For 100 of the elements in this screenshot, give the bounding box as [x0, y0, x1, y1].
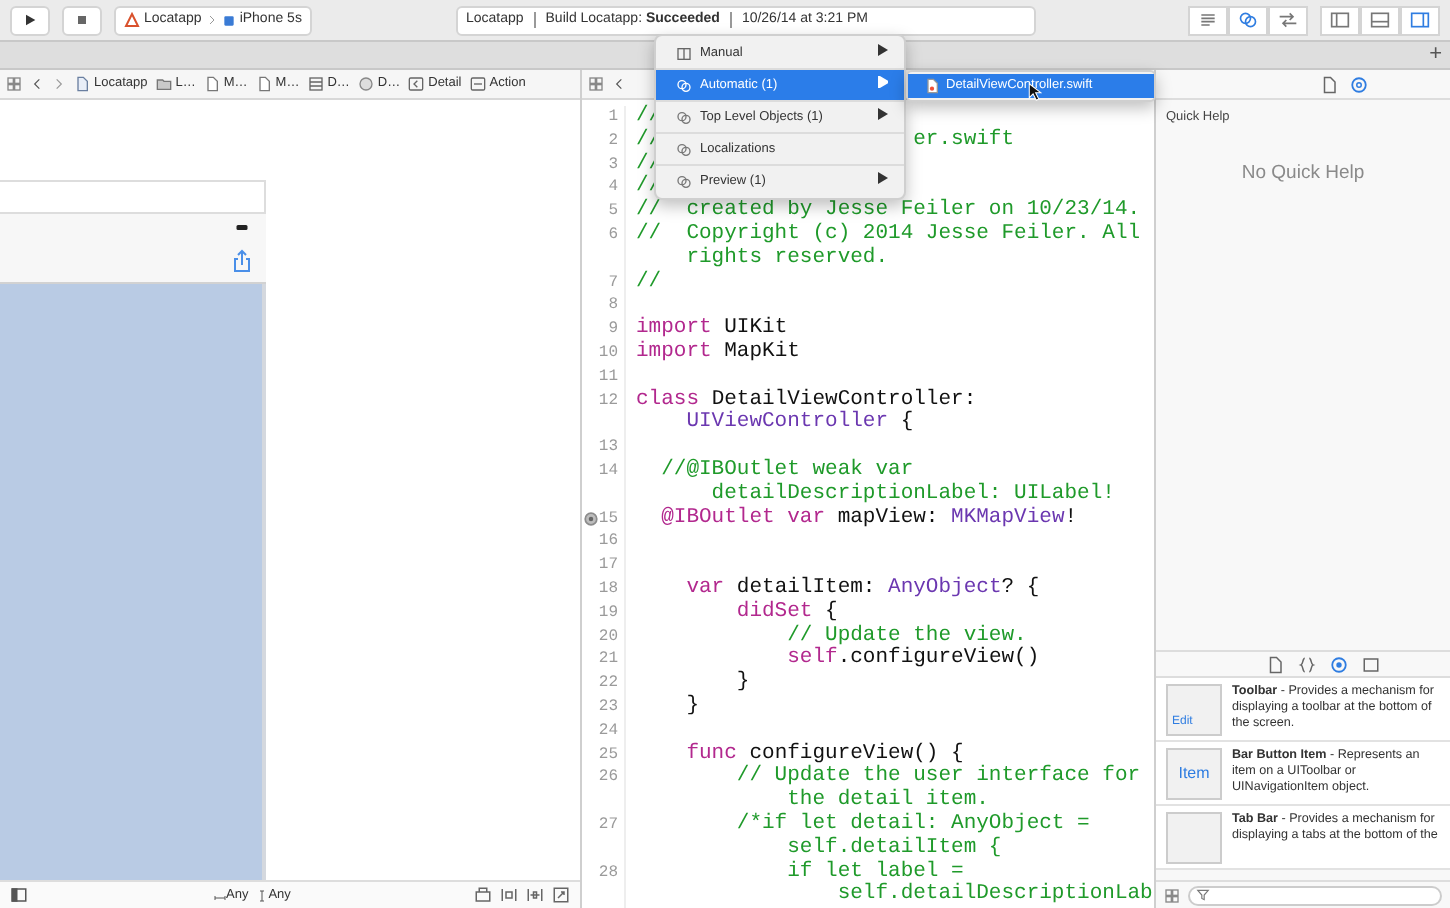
lines-icon — [1198, 10, 1218, 30]
chevron-icon — [205, 14, 218, 26]
button-icon — [469, 76, 486, 92]
code-line: //@IBOutlet weak var — [659, 459, 914, 482]
align-icon[interactable] — [500, 886, 518, 904]
media-library-tab[interactable] — [1362, 655, 1380, 673]
line-number: 24 — [598, 721, 618, 740]
object-library-tab[interactable] — [1330, 655, 1348, 673]
quick-help-tab[interactable] — [1349, 75, 1367, 93]
grid-view-icon[interactable] — [1164, 887, 1180, 903]
filter-field[interactable] — [1188, 885, 1442, 905]
outlet-connection-icon[interactable] — [584, 511, 598, 526]
project-icon — [74, 76, 90, 92]
code-snippet-tab[interactable] — [1298, 655, 1316, 673]
pin-icon[interactable] — [526, 886, 544, 904]
code-line: didSet { — [734, 601, 838, 624]
code-line: self.detailDescriptionLab — [835, 884, 1153, 908]
line-number: 23 — [598, 697, 618, 716]
line-number: 2 — [608, 131, 618, 150]
code-line: detailDescriptionLabel: UILabel! — [709, 483, 1115, 506]
code-line: the detail item. — [786, 790, 989, 813]
line-number: 14 — [598, 461, 618, 480]
standard-editor-button[interactable] — [1188, 5, 1228, 35]
back-icon — [408, 76, 425, 92]
line-number: 16 — [598, 532, 618, 551]
line-number: 9 — [608, 320, 618, 339]
code-line: @IBOutlet var mapView: MKMapView! — [659, 507, 1078, 531]
app-icon — [124, 12, 140, 28]
line-number: 8 — [608, 296, 618, 315]
scene-icon — [357, 76, 374, 92]
code-line: class DetailViewController: — [634, 389, 977, 412]
panel-icon — [1370, 10, 1390, 30]
panel-icon — [1330, 10, 1350, 30]
debug-area-toggle-button[interactable] — [1360, 5, 1400, 35]
code-line: // Update the view. — [785, 625, 1027, 648]
storyboard-icon — [307, 76, 324, 92]
grid-icon[interactable] — [6, 76, 22, 92]
line-number: 5 — [608, 202, 618, 221]
code-line: // Update the user interface for — [734, 766, 1141, 789]
line-number: 19 — [598, 603, 618, 622]
play-icon — [22, 12, 38, 28]
filter-icon — [1196, 888, 1210, 902]
code-line: self.configureView() — [785, 648, 1040, 673]
line-number: 15 — [598, 509, 618, 528]
resolve-icon[interactable] — [552, 886, 570, 904]
line-number: 22 — [598, 674, 618, 693]
run-button[interactable] — [10, 5, 50, 35]
code-line: // created by Jesse Feiler on 10/23/14. — [634, 200, 1141, 223]
line-number: 12 — [598, 391, 618, 410]
code-line: import UIKit — [634, 318, 788, 341]
line-number: 3 — [608, 155, 618, 174]
line-number: 1 — [608, 108, 618, 126]
back-icon[interactable] — [612, 76, 626, 92]
swift-file-icon — [924, 78, 940, 94]
device-icon — [221, 13, 236, 27]
folder-icon — [155, 76, 172, 92]
line-number: 28 — [598, 863, 618, 881]
add-tab-button[interactable]: + — [1429, 44, 1442, 66]
line-number: 20 — [598, 627, 618, 646]
line-number: 7 — [608, 273, 618, 292]
tab-bar-thumbnail — [1166, 812, 1222, 864]
code-line: UIViewController { — [684, 412, 914, 437]
rings-icon — [1238, 10, 1258, 30]
bar-button-thumbnail: Item — [1166, 748, 1222, 800]
version-editor-button[interactable] — [1268, 5, 1308, 35]
code-line: // Copyright (c) 2014 Jesse Feiler. All — [634, 223, 1141, 246]
panel-icon — [1410, 10, 1430, 30]
battery-icon — [230, 222, 254, 234]
height-icon — [256, 889, 269, 901]
line-number: 25 — [598, 745, 618, 764]
line-number: 6 — [608, 225, 618, 244]
grid-icon[interactable] — [588, 76, 604, 92]
line-number: 4 — [608, 178, 618, 197]
code-line: // — [634, 271, 662, 295]
split-view-icon — [676, 45, 692, 61]
file-icon — [255, 76, 272, 92]
navigator-toggle-button[interactable] — [1320, 5, 1360, 35]
utilities-toggle-button[interactable] — [1400, 5, 1440, 35]
code-line: /*if let detail: AnyObject = — [734, 813, 1090, 836]
line-number: 21 — [598, 650, 618, 669]
back-icon[interactable] — [30, 76, 44, 92]
line-number: 13 — [598, 438, 618, 457]
stop-button[interactable] — [62, 5, 102, 35]
share-icon[interactable] — [230, 248, 254, 274]
code-line: var detailItem: AnyObject? { — [684, 577, 1040, 600]
assistant-editor-button[interactable] — [1228, 5, 1268, 35]
sidebar-toggle-icon[interactable] — [10, 886, 28, 904]
stack-icon[interactable] — [474, 886, 492, 904]
code-line: self.detailItem { — [785, 837, 1002, 860]
file-inspector-tab[interactable] — [1319, 75, 1337, 93]
code-line: func configureView() { — [684, 743, 964, 766]
line-number: 11 — [598, 367, 618, 386]
empty-message: No Quick Help — [1241, 161, 1365, 184]
code-line: rights reserved. — [684, 247, 889, 272]
code-line: if let label = — [785, 861, 964, 883]
file-template-tab[interactable] — [1266, 655, 1284, 673]
stop-icon — [74, 12, 90, 28]
code-line: import MapKit — [634, 341, 800, 366]
line-number: 26 — [598, 768, 618, 787]
line-number: 27 — [598, 815, 618, 834]
